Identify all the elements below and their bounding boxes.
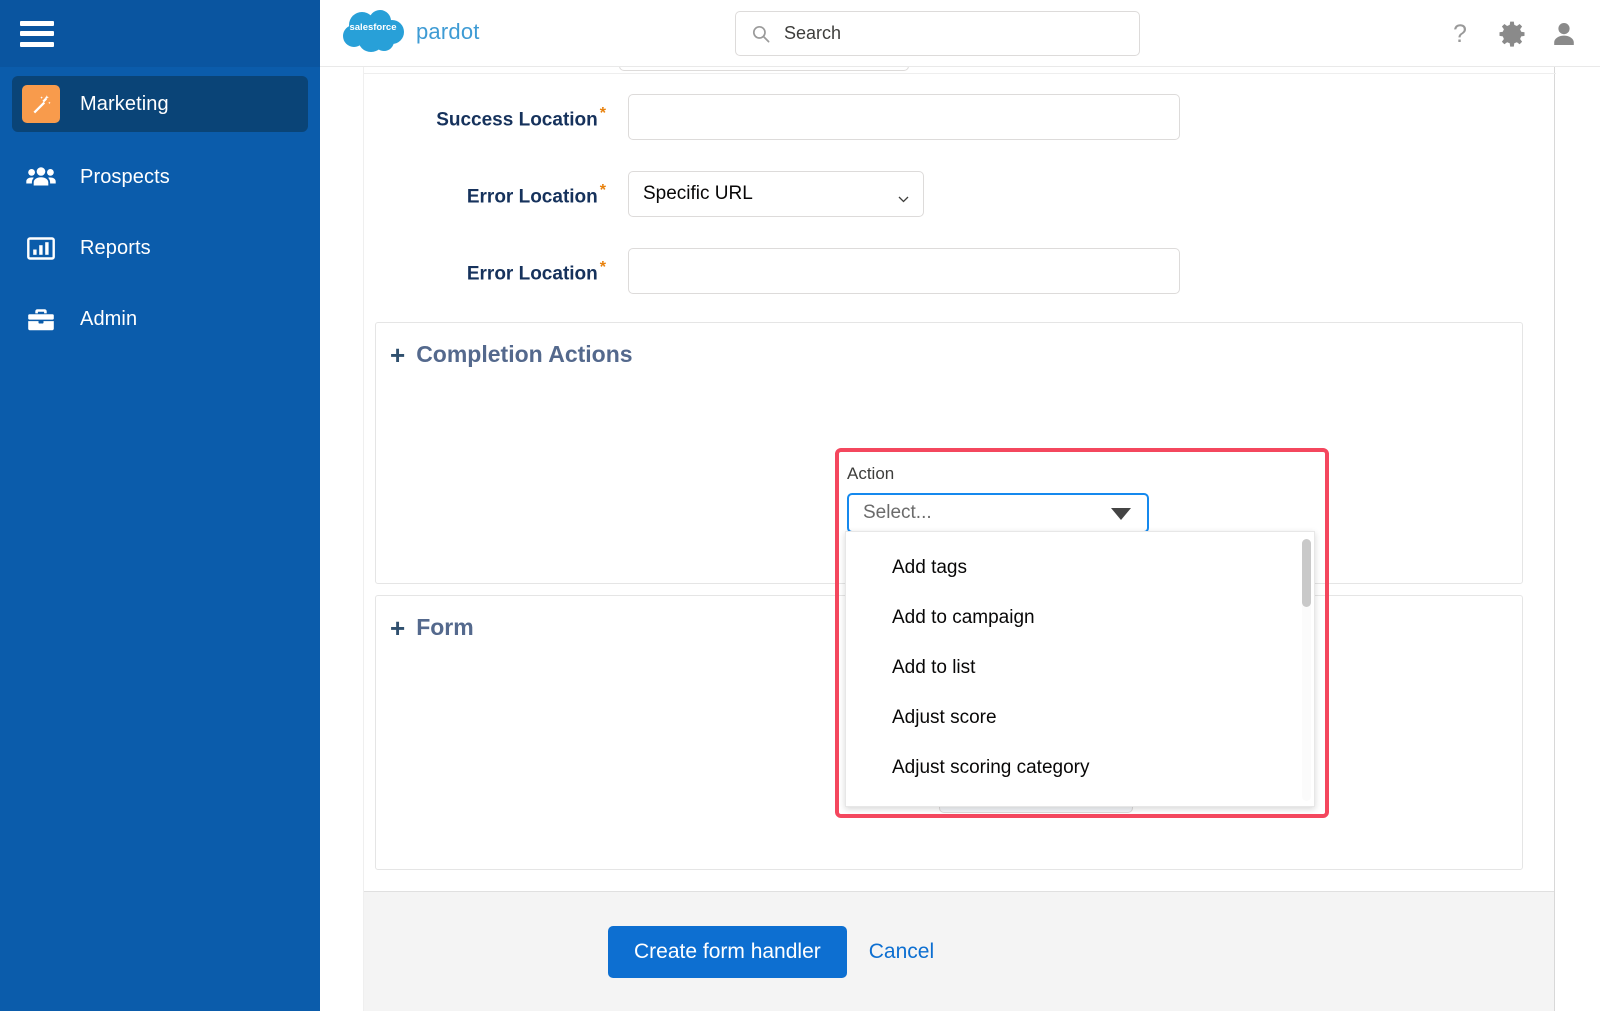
sidebar-item-label: Prospects <box>80 165 170 188</box>
dropdown-option-list: Add tags Add to campaign Add to list Adj… <box>846 532 1314 793</box>
briefcase-icon <box>22 300 60 338</box>
expand-plus-icon: + <box>390 339 406 370</box>
sidebar-item-admin[interactable]: Admin <box>12 291 308 347</box>
svg-text:?: ? <box>1453 20 1467 48</box>
panel-title-text: Completion Actions <box>416 341 633 367</box>
form-scroll-area: Success Location * Error Location * Specif… <box>364 67 1556 890</box>
required-marker: * <box>599 259 606 276</box>
topbar-actions: ? <box>1446 0 1578 67</box>
salesforce-cloud-icon: salesforce <box>340 8 412 56</box>
dropdown-option[interactable]: Add to list <box>846 643 1314 693</box>
salesforce-pardot-logo: salesforce pardot <box>340 8 480 56</box>
required-marker: * <box>599 182 606 199</box>
sidebar-item-marketing[interactable]: Marketing <box>12 76 308 132</box>
field-row-error-location-type: Error Location * Specific URL <box>374 171 924 217</box>
create-form-handler-button[interactable]: Create form handler <box>608 925 847 978</box>
action-group: Action Select... <box>835 448 1329 533</box>
expand-plus-icon: + <box>390 612 406 643</box>
dropdown-scrollbar-thumb[interactable] <box>1302 539 1311 607</box>
main-area: salesforce pardot ? <box>320 0 1600 1011</box>
previous-field-input[interactable] <box>619 67 909 71</box>
search-input[interactable] <box>782 22 1112 45</box>
dropdown-option[interactable]: Adjust score <box>846 693 1314 743</box>
error-location-input[interactable] <box>628 248 1180 294</box>
sidebar-item-label: Admin <box>80 307 138 330</box>
top-bar: salesforce pardot ? <box>320 0 1600 67</box>
field-label: Error Location * <box>466 182 606 208</box>
search-icon <box>752 25 770 43</box>
magic-wand-icon <box>22 85 60 123</box>
sidebar: Marketing Prospects Reports Admin <box>0 0 320 1011</box>
action-select[interactable]: Select... <box>847 493 1149 533</box>
sidebar-header <box>0 0 320 67</box>
help-icon[interactable]: ? <box>1446 20 1474 48</box>
completion-actions-title[interactable]: + Completion Actions <box>390 341 1522 368</box>
chevron-down-icon <box>1111 508 1131 520</box>
sidebar-item-reports[interactable]: Reports <box>12 220 308 276</box>
people-group-icon <box>22 158 60 196</box>
gear-icon[interactable] <box>1498 20 1526 48</box>
form-footer: Create form handler Cancel <box>364 891 1554 1011</box>
action-select-value: Select... <box>863 502 932 523</box>
user-icon[interactable] <box>1550 20 1578 48</box>
error-location-type-select[interactable]: Specific URL <box>628 171 924 217</box>
field-label: Success Location * <box>436 105 606 131</box>
action-label: Action <box>847 464 895 483</box>
search-box[interactable] <box>735 11 1140 56</box>
dropdown-option[interactable]: Adjust scoring category <box>846 743 1314 793</box>
success-location-input[interactable] <box>628 94 1180 140</box>
bar-chart-icon <box>22 229 60 267</box>
field-row-success-location: Success Location * <box>374 94 1180 140</box>
panel-title-text: Form <box>416 614 474 640</box>
sidebar-item-label: Reports <box>80 236 151 259</box>
chevron-down-icon <box>898 190 909 203</box>
field-label: Error Location * <box>466 259 606 285</box>
dropdown-option[interactable]: Add to campaign <box>846 593 1314 643</box>
cancel-link[interactable]: Cancel <box>869 940 934 964</box>
action-dropdown-menu[interactable]: Add tags Add to campaign Add to list Adj… <box>845 531 1315 807</box>
svg-text:salesforce: salesforce <box>349 22 396 33</box>
dropdown-scrollbar[interactable] <box>1302 539 1311 801</box>
content-panel: Success Location * Error Location * Specif… <box>363 67 1556 1011</box>
section-divider <box>364 73 1556 74</box>
field-row-error-location-url: Error Location * <box>374 248 1180 294</box>
required-marker: * <box>599 105 606 122</box>
select-value: Specific URL <box>643 183 753 204</box>
sidebar-item-label: Marketing <box>80 92 169 115</box>
sidebar-item-prospects[interactable]: Prospects <box>12 149 308 205</box>
dropdown-option[interactable]: Add tags <box>846 543 1314 593</box>
pardot-wordmark: pardot <box>416 19 480 44</box>
hamburger-icon[interactable] <box>20 20 54 47</box>
